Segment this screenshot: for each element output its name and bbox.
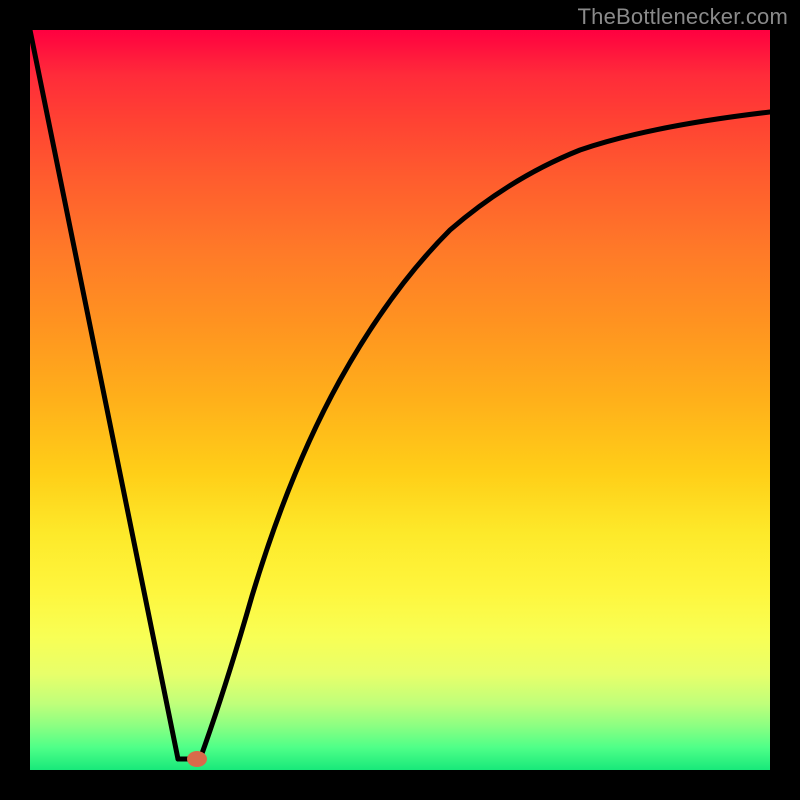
valley-marker-icon: [187, 751, 207, 767]
curve-left: [30, 30, 178, 759]
chart-frame: TheBottlenecker.com: [0, 0, 800, 800]
watermark-text: TheBottlenecker.com: [578, 4, 788, 30]
curve-right: [200, 112, 770, 759]
plot-area: [30, 30, 770, 770]
curve-svg: [30, 30, 770, 770]
